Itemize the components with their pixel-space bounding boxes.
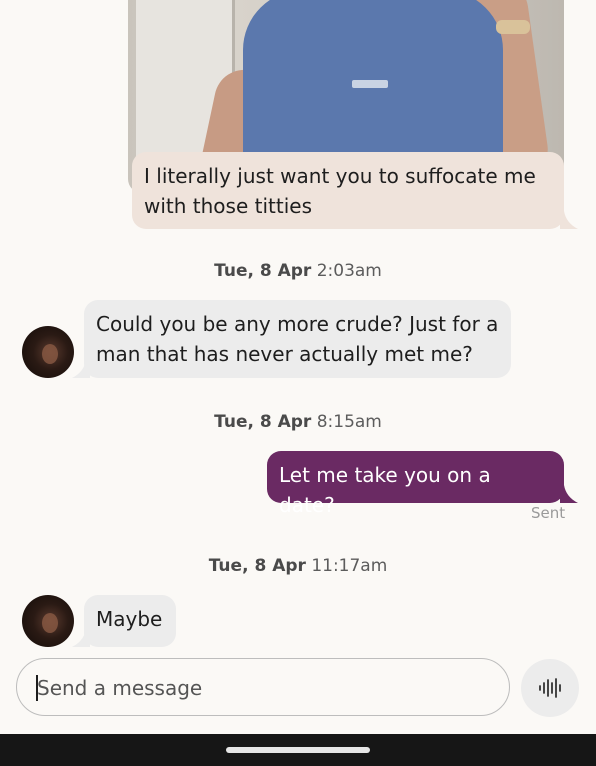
message-text: Could you be any more crude? Just for a … xyxy=(96,312,499,366)
timestamp: Tue, 8 Apr 2:03am xyxy=(0,261,596,281)
outgoing-caption-bubble[interactable]: I literally just want you to suffocate m… xyxy=(132,152,564,229)
timestamp-time: 11:17am xyxy=(311,556,388,576)
message-text: I literally just want you to suffocate m… xyxy=(144,164,536,218)
bubble-tail xyxy=(560,485,578,503)
photo-detail xyxy=(352,80,388,88)
photo-detail xyxy=(496,20,530,34)
timestamp-time: 8:15am xyxy=(316,412,382,432)
timestamp: Tue, 8 Apr 11:17am xyxy=(0,556,596,576)
contact-avatar[interactable] xyxy=(22,326,74,378)
message-text: Let me take you on a date? xyxy=(279,463,491,517)
timestamp-time: 2:03am xyxy=(316,261,382,281)
chat-thread[interactable]: I literally just want you to suffocate m… xyxy=(0,0,596,652)
avatar-detail xyxy=(42,613,58,633)
avatar-detail xyxy=(42,344,58,364)
voice-waveform-icon xyxy=(539,678,561,698)
timestamp-day: Tue, 8 Apr xyxy=(214,261,312,281)
timestamp-day: Tue, 8 Apr xyxy=(208,556,306,576)
voice-message-button[interactable] xyxy=(521,659,579,717)
text-caret xyxy=(36,675,38,701)
bubble-tail xyxy=(560,211,578,229)
timestamp: Tue, 8 Apr 8:15am xyxy=(0,412,596,432)
system-nav-bar xyxy=(0,734,596,766)
message-status: Sent xyxy=(531,504,566,522)
home-gesture-handle[interactable] xyxy=(226,747,370,753)
bubble-tail xyxy=(72,360,90,378)
incoming-message-bubble[interactable]: Could you be any more crude? Just for a … xyxy=(84,300,511,378)
timestamp-day: Tue, 8 Apr xyxy=(214,412,312,432)
bubble-tail xyxy=(72,629,90,647)
message-input[interactable] xyxy=(35,669,479,707)
incoming-message-bubble[interactable]: Maybe xyxy=(84,595,176,647)
message-text: Maybe xyxy=(96,607,163,631)
message-composer[interactable] xyxy=(16,658,510,716)
contact-avatar[interactable] xyxy=(22,595,74,647)
outgoing-message-bubble[interactable]: Let me take you on a date? xyxy=(267,451,564,517)
